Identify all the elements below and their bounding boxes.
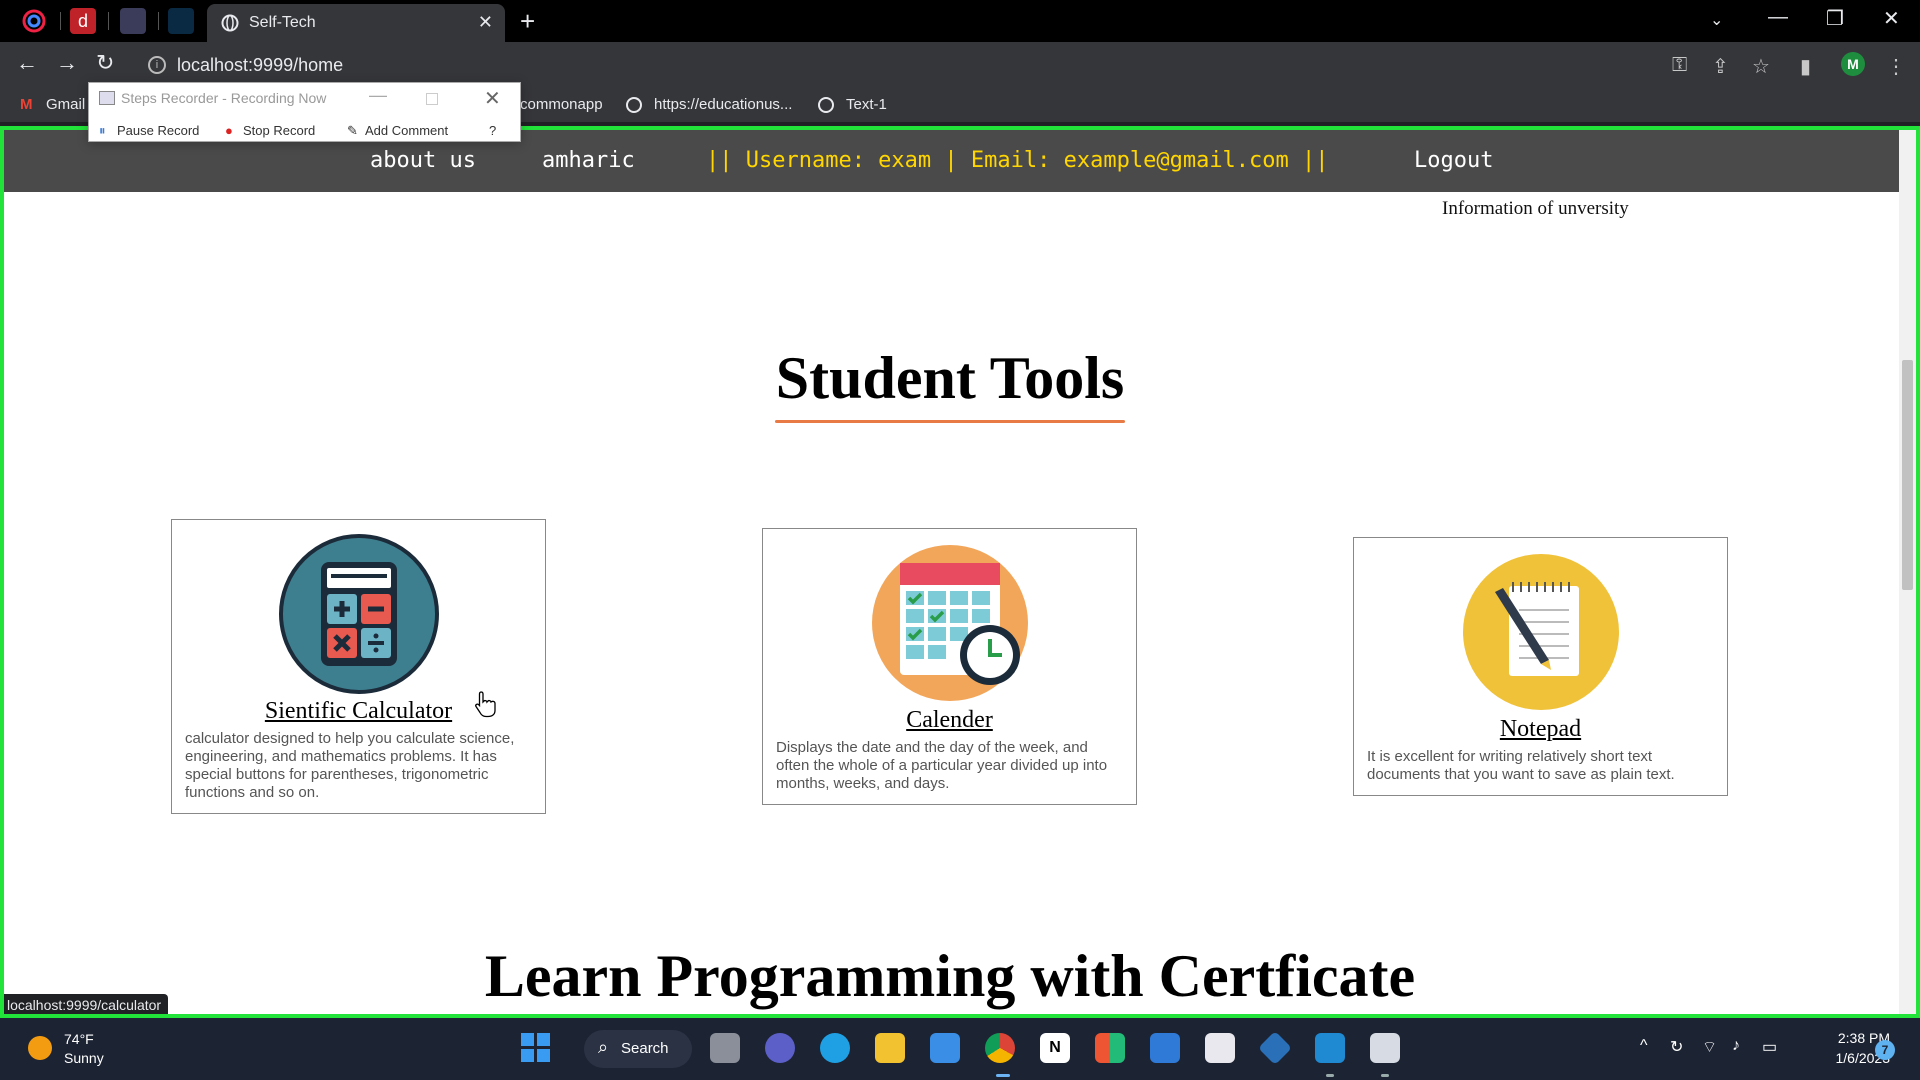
vscode-icon[interactable] bbox=[1315, 1033, 1345, 1063]
start-button[interactable] bbox=[521, 1033, 551, 1063]
tool-card-calculator[interactable]: Sientific Calculator calculator designed… bbox=[171, 519, 546, 814]
add-comment-button[interactable]: Add Comment bbox=[365, 123, 448, 138]
notepad-icon bbox=[1462, 554, 1619, 710]
menu-icon[interactable]: ⋮ bbox=[1886, 54, 1906, 79]
forward-icon[interactable]: → bbox=[56, 50, 78, 76]
minimize-icon[interactable]: — bbox=[1768, 6, 1788, 29]
chrome-icon[interactable] bbox=[985, 1033, 1015, 1063]
recorder-title: Steps Recorder - Recording Now bbox=[121, 90, 327, 106]
battery-icon[interactable]: ▭ bbox=[1762, 1037, 1777, 1057]
snipping-tool-icon[interactable] bbox=[1205, 1033, 1235, 1063]
student-tools-heading: Student Tools bbox=[775, 345, 1125, 411]
teams-chat-icon[interactable] bbox=[765, 1033, 795, 1063]
sun-icon[interactable] bbox=[28, 1036, 52, 1060]
chevron-up-icon[interactable]: ^ bbox=[1640, 1037, 1648, 1055]
taskbar-search[interactable]: ⌕ Search bbox=[584, 1030, 692, 1068]
nav-about-us[interactable]: about us bbox=[370, 148, 476, 173]
calculator-icon bbox=[278, 534, 439, 694]
calculator-description: calculator designed to help you calculat… bbox=[185, 730, 515, 801]
help-icon[interactable]: ? bbox=[489, 123, 496, 138]
file-explorer-icon[interactable] bbox=[875, 1033, 905, 1063]
pinned-tab-icon[interactable] bbox=[21, 8, 47, 34]
link-status-tooltip: localhost:9999/calculator bbox=[0, 994, 169, 1018]
back-icon[interactable]: ← bbox=[16, 50, 38, 76]
pinned-tab-icon[interactable] bbox=[168, 8, 194, 34]
new-tab-button[interactable]: + bbox=[520, 6, 535, 37]
page-viewport: about us amharic || Username: exam | Ema… bbox=[0, 126, 1920, 1018]
pinned-tab-icon[interactable]: d bbox=[70, 8, 96, 34]
close-window-icon[interactable]: ✕ bbox=[1883, 6, 1900, 31]
tab-search-icon[interactable]: ⌄ bbox=[1710, 10, 1723, 30]
bookmark-educationus[interactable]: https://educationus... bbox=[654, 96, 792, 113]
key-icon[interactable]: ⚿ bbox=[1672, 54, 1687, 77]
volume-icon[interactable]: ♪ bbox=[1732, 1037, 1740, 1055]
bookmark-text-1[interactable]: Text-1 bbox=[846, 96, 887, 113]
edge-icon[interactable] bbox=[820, 1033, 850, 1063]
minimize-icon[interactable]: — bbox=[369, 85, 387, 106]
microsoft-store-icon[interactable] bbox=[930, 1033, 960, 1063]
site-info-icon[interactable]: i bbox=[148, 56, 166, 74]
bookmark-gmail[interactable]: Gmail bbox=[46, 96, 85, 113]
university-info-text: Information of unversity bbox=[1442, 198, 1629, 219]
calendar-description: Displays the date and the day of the wee… bbox=[776, 739, 1108, 792]
pinned-tab-icon[interactable] bbox=[120, 8, 146, 34]
close-tab-icon[interactable]: ✕ bbox=[478, 12, 493, 33]
address-bar[interactable]: localhost:9999/home bbox=[177, 55, 343, 76]
search-label: Search bbox=[621, 1040, 669, 1057]
tool-card-notepad[interactable]: Notepad It is excellent for writing rela… bbox=[1353, 537, 1728, 796]
stop-record-button[interactable]: Stop Record bbox=[243, 123, 315, 138]
search-icon: ⌕ bbox=[598, 1037, 609, 1057]
tool-card-calendar[interactable]: Calender Displays the date and the day o… bbox=[762, 528, 1137, 805]
steps-recorder-taskbar-icon[interactable] bbox=[1370, 1033, 1400, 1063]
side-panel-icon[interactable]: ▮ bbox=[1800, 54, 1811, 79]
programming-heading: Learn Programming with Certficate bbox=[484, 943, 1416, 1009]
share-icon[interactable]: ⇪ bbox=[1712, 54, 1729, 79]
task-view-icon[interactable] bbox=[710, 1033, 740, 1063]
mail-icon[interactable] bbox=[1150, 1033, 1180, 1063]
pause-record-button[interactable]: Pause Record bbox=[117, 123, 199, 138]
calendar-link[interactable]: Calender bbox=[763, 707, 1136, 734]
globe-icon bbox=[818, 97, 834, 113]
maximize-icon[interactable] bbox=[426, 93, 438, 105]
restore-icon[interactable]: ❐ bbox=[1826, 6, 1844, 31]
tab-title: Self-Tech bbox=[249, 14, 316, 31]
reload-icon[interactable]: ↻ bbox=[96, 50, 114, 76]
notion-icon[interactable]: N bbox=[1040, 1033, 1070, 1063]
globe-icon bbox=[221, 14, 239, 32]
nav-amharic[interactable]: amharic bbox=[542, 148, 635, 173]
page-scrollbar[interactable] bbox=[1899, 130, 1916, 1014]
steps-recorder-window[interactable]: Steps Recorder - Recording Now — ✕ ⏸ Pau… bbox=[88, 82, 521, 142]
scroll-thumb[interactable] bbox=[1902, 360, 1913, 590]
git-icon[interactable] bbox=[1258, 1031, 1292, 1065]
wifi-icon[interactable]: ⌔ bbox=[1702, 1037, 1717, 1057]
bookmark-commonapp[interactable]: commonapp bbox=[520, 96, 603, 113]
stop-icon: ● bbox=[225, 123, 233, 138]
sync-icon[interactable]: ↻ bbox=[1670, 1037, 1683, 1057]
user-info: || Username: exam | Email: example@gmail… bbox=[706, 148, 1329, 173]
office-icon[interactable] bbox=[1095, 1033, 1125, 1063]
steps-recorder-icon bbox=[99, 91, 115, 105]
comment-icon: ✎ bbox=[347, 123, 358, 138]
calendar-icon bbox=[871, 545, 1028, 701]
notification-badge[interactable]: 7 bbox=[1875, 1040, 1895, 1060]
pause-icon: ⏸ bbox=[99, 123, 106, 138]
notepad-link[interactable]: Notepad bbox=[1354, 716, 1727, 743]
notepad-description: It is excellent for writing relatively s… bbox=[1367, 748, 1675, 783]
hand-cursor-icon bbox=[475, 691, 496, 718]
tab-bar: d Self-Tech ✕ + ⌄ — ❐ ✕ bbox=[0, 0, 1920, 42]
logout-link[interactable]: Logout bbox=[1414, 148, 1493, 173]
windows-taskbar: 74°F Sunny ⌕ Search N ^ ↻ ⌔ ♪ ▭ 2:38 PM … bbox=[0, 1018, 1920, 1080]
tab-self-tech[interactable]: Self-Tech ✕ bbox=[207, 4, 505, 42]
bookmark-star-icon[interactable]: ☆ bbox=[1752, 54, 1770, 79]
globe-icon bbox=[626, 97, 642, 113]
weather-temperature[interactable]: 74°F bbox=[64, 1031, 94, 1047]
gmail-icon: M bbox=[20, 96, 33, 113]
heading-underline bbox=[775, 420, 1125, 423]
close-icon[interactable]: ✕ bbox=[484, 86, 501, 111]
weather-condition[interactable]: Sunny bbox=[64, 1050, 104, 1066]
profile-avatar[interactable]: M bbox=[1841, 52, 1865, 76]
